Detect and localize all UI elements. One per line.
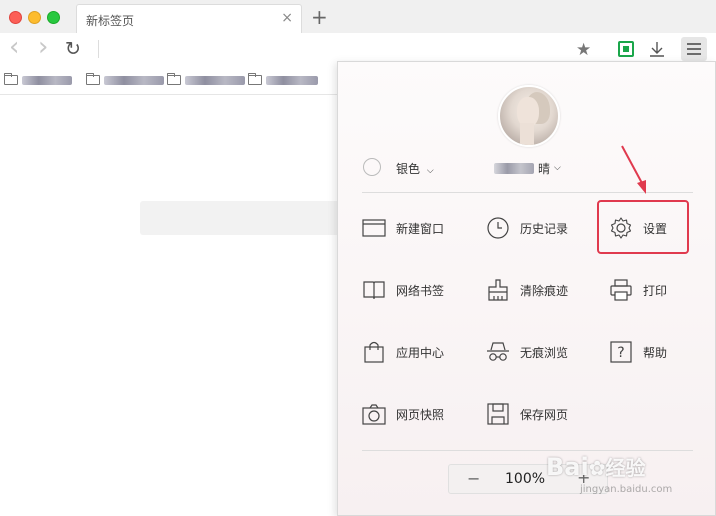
clock-icon [486, 216, 510, 240]
menu-item-snapshot[interactable]: 网页快照 [362, 394, 444, 434]
bookmark-folder-2[interactable] [86, 72, 164, 88]
search-box[interactable] [140, 201, 340, 235]
level-badge-icon [363, 158, 381, 176]
avatar-neck [520, 123, 534, 145]
camera-icon [362, 402, 386, 426]
menu-item-label: 应用中心 [396, 345, 445, 360]
printer-icon [609, 278, 633, 302]
member-level-label: 银色 [396, 162, 421, 176]
menu-item-label: 帮助 [643, 345, 668, 360]
eraser-icon [486, 278, 510, 302]
menu-item-help[interactable]: ? 帮助 [609, 332, 667, 372]
menu-item-label: 无痕浏览 [520, 345, 569, 360]
main-menu-panel: 银色 ⌵ 晴 ⌵ 新建窗口 历史记录 设置 网络书签 清除痕迹 打印 应用中心 … [337, 61, 716, 516]
minimize-window-button[interactable] [28, 11, 41, 24]
bookmark-folder-4[interactable] [248, 72, 318, 88]
new-tab-button[interactable]: + [311, 6, 328, 28]
book-icon [362, 278, 386, 302]
chevron-down-icon: ⌵ [554, 163, 561, 173]
save-icon [486, 402, 510, 426]
title-bar: 新标签页 × + [0, 0, 716, 33]
window-icon [362, 216, 386, 240]
menu-divider-top [362, 192, 693, 193]
menu-item-label: 网页快照 [396, 407, 445, 422]
menu-item-save-page[interactable]: 保存网页 [486, 394, 568, 434]
watermark-url: jingyan.baidu.com [580, 484, 673, 495]
bookmark-folder-3[interactable] [167, 72, 245, 88]
menu-item-label: 保存网页 [520, 407, 569, 422]
settings-highlight-box [597, 200, 689, 254]
svg-text:?: ? [617, 345, 624, 361]
close-window-button[interactable] [9, 11, 22, 24]
blurred-label [266, 75, 318, 85]
menu-item-app-center[interactable]: 应用中心 [362, 332, 444, 372]
watermark-logo: Bai✿经验 [546, 453, 646, 481]
username-dropdown[interactable]: 晴 ⌵ [494, 160, 561, 176]
tab-title: 新标签页 [86, 14, 135, 28]
blurred-label [104, 75, 164, 85]
zoom-level: 100% [505, 471, 546, 487]
reload-icon[interactable]: ↻ [65, 39, 81, 59]
bag-icon [362, 340, 386, 364]
bookmark-star-icon[interactable]: ★ [576, 40, 591, 60]
avatar[interactable] [498, 85, 560, 147]
folder-icon [248, 73, 262, 85]
member-level-dropdown[interactable]: 银色 ⌵ [396, 160, 434, 177]
menu-item-new-window[interactable]: 新建窗口 [362, 208, 444, 248]
folder-icon [167, 73, 181, 85]
blurred-username [494, 162, 534, 174]
blurred-label [22, 75, 72, 85]
extension-icon[interactable] [618, 41, 634, 57]
menu-divider-bottom [362, 450, 693, 451]
username-suffix: 晴 [538, 161, 551, 176]
back-icon[interactable]: ‹ [9, 34, 19, 60]
blurred-label [185, 75, 245, 85]
menu-item-label: 新建窗口 [396, 221, 445, 236]
tab-close-icon[interactable]: × [281, 10, 293, 26]
chevron-down-icon: ⌵ [426, 166, 434, 176]
menu-item-bookmarks[interactable]: 网络书签 [362, 270, 444, 310]
toolbar-separator [98, 40, 99, 58]
bookmark-folder-1[interactable] [4, 72, 72, 88]
menu-item-print[interactable]: 打印 [609, 270, 667, 310]
menu-item-label: 历史记录 [520, 221, 569, 236]
hamburger-icon [687, 43, 701, 55]
menu-item-clear-traces[interactable]: 清除痕迹 [486, 270, 568, 310]
folder-icon [86, 73, 100, 85]
maximize-window-button[interactable] [47, 11, 60, 24]
menu-item-label: 打印 [643, 283, 668, 298]
menu-button[interactable] [681, 37, 707, 61]
menu-item-incognito[interactable]: 无痕浏览 [486, 332, 568, 372]
menu-item-history[interactable]: 历史记录 [486, 208, 568, 248]
forward-icon[interactable]: › [38, 34, 48, 60]
folder-icon [4, 73, 18, 85]
menu-item-label: 网络书签 [396, 283, 445, 298]
incognito-icon [486, 340, 510, 364]
download-icon[interactable] [648, 40, 666, 58]
menu-item-label: 清除痕迹 [520, 283, 569, 298]
zoom-out-button[interactable]: − [467, 469, 480, 488]
tab-new-tab[interactable]: 新标签页 × [76, 4, 302, 33]
help-icon: ? [609, 340, 633, 364]
